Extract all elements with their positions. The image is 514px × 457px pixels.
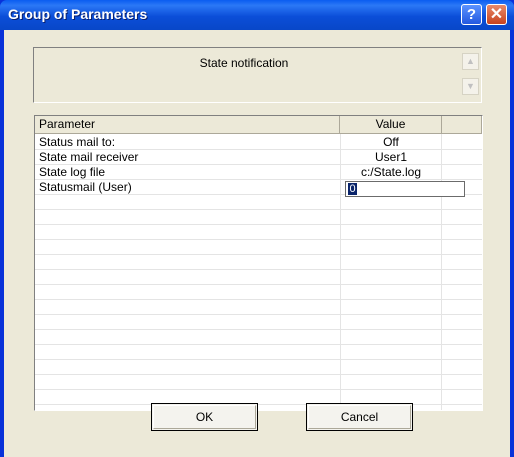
table-row[interactable] <box>35 210 482 225</box>
table-row[interactable] <box>35 360 482 375</box>
param-cell: Status mail to: <box>39 135 116 149</box>
value-cell[interactable]: c:/State.log <box>340 165 442 179</box>
window-title: Group of Parameters <box>8 6 148 22</box>
table-row[interactable]: State mail receiver User1 <box>35 150 482 165</box>
scroll-up-icon[interactable]: ▲ <box>462 53 479 70</box>
title-bar[interactable]: Group of Parameters ? ✕ <box>0 0 514 30</box>
help-icon[interactable]: ? <box>461 4 482 25</box>
table-row[interactable] <box>35 270 482 285</box>
parameter-grid[interactable]: Parameter Value Status mail to: Off Stat… <box>34 115 483 411</box>
table-row[interactable] <box>35 195 482 210</box>
value-cell[interactable]: User1 <box>340 150 442 164</box>
info-scrollbar[interactable]: ▲ ▼ <box>462 53 479 99</box>
cancel-button[interactable]: Cancel <box>306 403 413 431</box>
table-row[interactable]: Status mail to: Off <box>35 135 482 150</box>
info-textbox[interactable]: State notification ▲ ▼ <box>33 47 482 103</box>
column-header-extra <box>442 116 482 134</box>
info-text: State notification <box>199 56 289 70</box>
cancel-button-label: Cancel <box>340 410 379 424</box>
table-row[interactable] <box>35 345 482 360</box>
param-cell: State log file <box>39 165 106 179</box>
selected-edit-text[interactable]: 0 <box>348 183 357 195</box>
param-cell: Statusmail (User) <box>39 180 132 194</box>
dialog-body: State notification ▲ ▼ Parameter Value S… <box>4 30 510 457</box>
table-row[interactable] <box>35 240 482 255</box>
scroll-down-icon[interactable]: ▼ <box>462 78 479 95</box>
table-row[interactable] <box>35 390 482 405</box>
table-row[interactable]: Statusmail (User) 0 <box>35 180 482 197</box>
column-header-parameter[interactable]: Parameter <box>35 116 340 134</box>
table-row[interactable] <box>35 300 482 315</box>
value-cell[interactable]: Off <box>340 135 442 149</box>
param-cell: State mail receiver <box>39 150 139 164</box>
ok-button[interactable]: OK <box>151 403 258 431</box>
column-header-value[interactable]: Value <box>340 116 442 134</box>
ok-button-label: OK <box>195 410 214 424</box>
table-row[interactable] <box>35 225 482 240</box>
table-row[interactable] <box>35 375 482 390</box>
table-row[interactable] <box>35 285 482 300</box>
dialog-window: Group of Parameters ? ✕ State notificati… <box>0 0 514 457</box>
table-row[interactable]: State log file c:/State.log <box>35 165 482 180</box>
table-row[interactable] <box>35 330 482 345</box>
close-icon[interactable]: ✕ <box>486 4 507 25</box>
table-row[interactable] <box>35 315 482 330</box>
table-row[interactable] <box>35 255 482 270</box>
